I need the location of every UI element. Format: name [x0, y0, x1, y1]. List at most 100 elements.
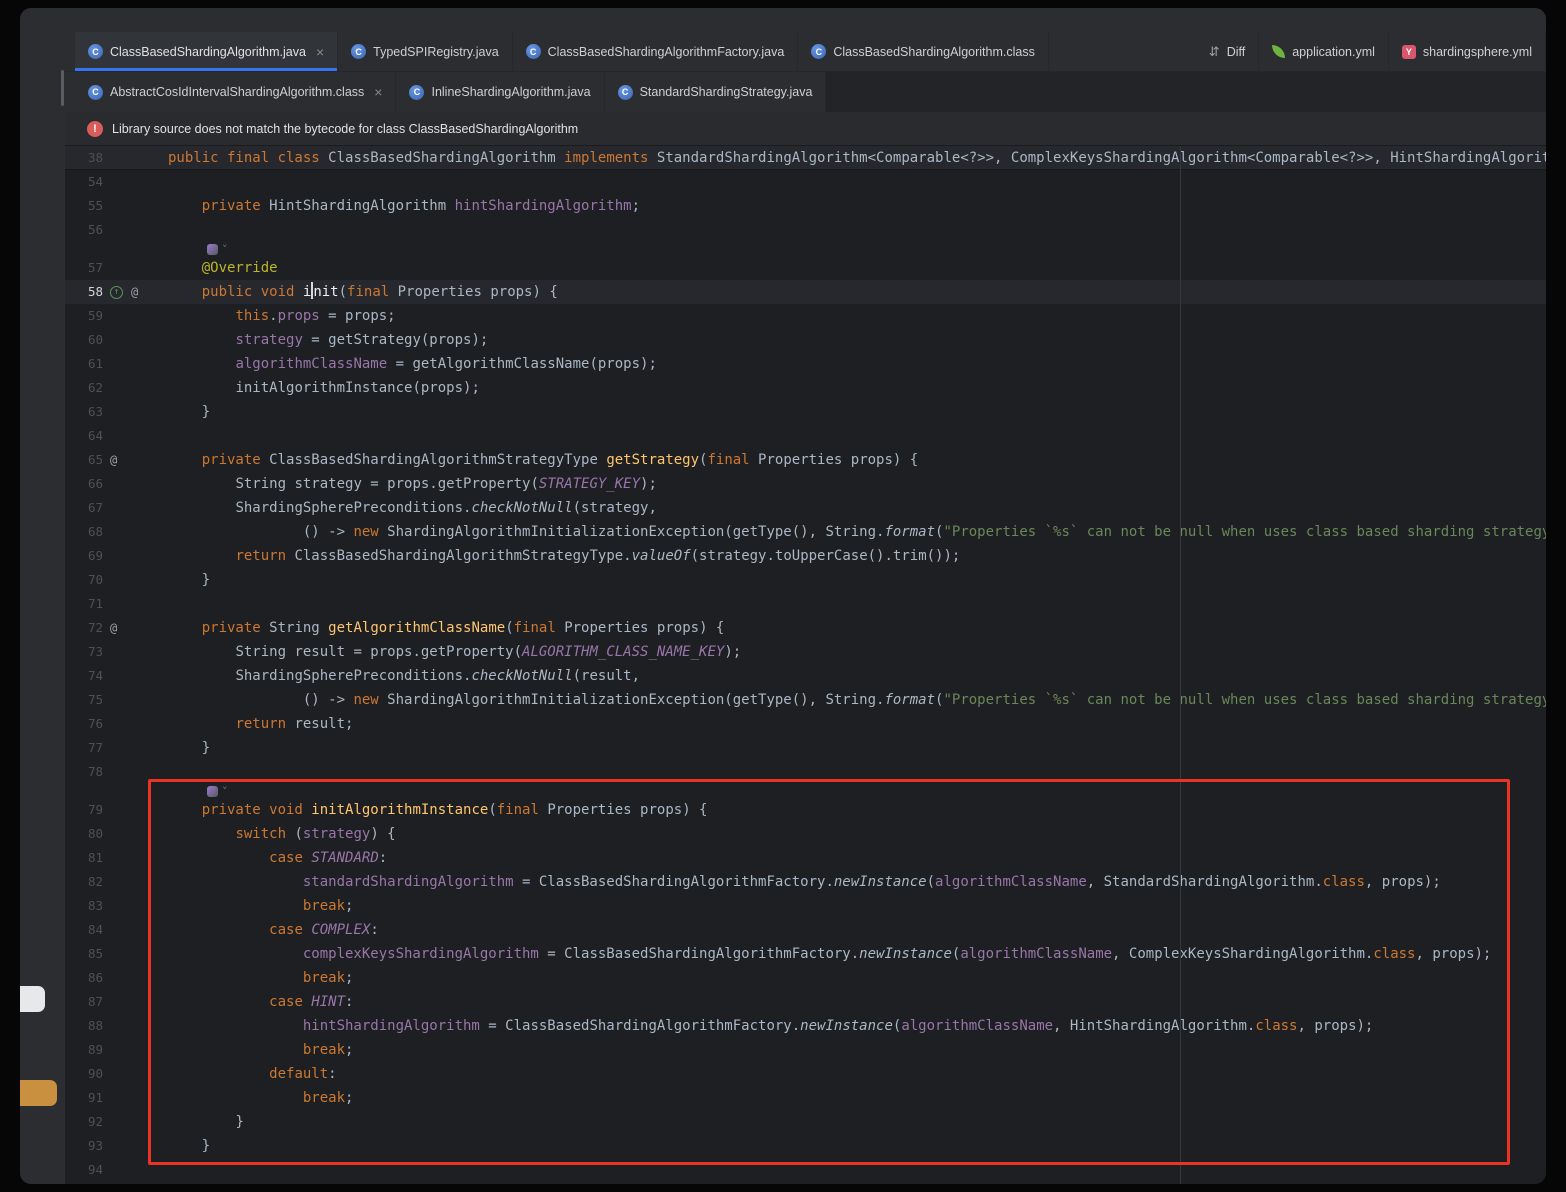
annotation-icon[interactable]: @ — [131, 280, 138, 304]
close-tab-icon[interactable]: × — [374, 85, 382, 99]
gutter[interactable]: 93 — [65, 1134, 168, 1158]
gutter[interactable]: 86 — [65, 966, 168, 990]
gutter[interactable]: 87 — [65, 990, 168, 1014]
overrides-icon[interactable]: ↑ — [110, 286, 123, 299]
code-line[interactable]: 94 — [65, 1158, 1546, 1182]
gutter[interactable]: 57 — [65, 256, 168, 280]
gutter[interactable]: 80 — [65, 822, 168, 846]
gutter[interactable]: 56 — [65, 218, 168, 242]
gutter[interactable]: 84 — [65, 918, 168, 942]
code-line[interactable]: 87 case HINT: — [65, 990, 1546, 1014]
code-line[interactable]: 75 () -> new ShardingAlgorithmInitializa… — [65, 688, 1546, 712]
editor-tab[interactable]: CStandardShardingStrategy.java — [605, 72, 827, 112]
annotation-icon[interactable]: @ — [110, 616, 117, 640]
code-line[interactable]: 57 @Override — [65, 256, 1546, 280]
gutter[interactable]: 74 — [65, 664, 168, 688]
gutter[interactable]: 72@ — [65, 616, 168, 640]
editor-tab[interactable]: CInlineShardingAlgorithm.java — [396, 72, 604, 112]
editor-tab[interactable]: Yshardingsphere.yml — [1389, 32, 1546, 71]
code-line[interactable]: 90 default: — [65, 1062, 1546, 1086]
code-line[interactable]: 93 } — [65, 1134, 1546, 1158]
editor-tab[interactable]: CClassBasedShardingAlgorithmFactory.java — [513, 32, 799, 71]
gutter[interactable]: 69 — [65, 544, 168, 568]
editor-tab[interactable]: CAbstractCosIdIntervalShardingAlgorithm.… — [75, 72, 396, 112]
code-line[interactable]: 63 } — [65, 400, 1546, 424]
code-line[interactable]: 82 standardShardingAlgorithm = ClassBase… — [65, 870, 1546, 894]
code-line[interactable]: 76 return result; — [65, 712, 1546, 736]
code-line[interactable]: 77 } — [65, 736, 1546, 760]
code-line[interactable]: 86 break; — [65, 966, 1546, 990]
gutter[interactable]: 89 — [65, 1038, 168, 1062]
code-line[interactable]: 89 break; — [65, 1038, 1546, 1062]
code-line[interactable]: 69 return ClassBasedShardingAlgorithmStr… — [65, 544, 1546, 568]
editor-tab[interactable]: CClassBasedShardingAlgorithm.java× — [75, 32, 338, 71]
gutter[interactable]: 90 — [65, 1062, 168, 1086]
stripe-scroll-indicator[interactable] — [61, 70, 64, 106]
close-tab-icon[interactable]: × — [316, 45, 324, 59]
gutter[interactable]: 62 — [65, 376, 168, 400]
inlay-hint-icon[interactable] — [207, 786, 218, 797]
gutter[interactable]: 75 — [65, 688, 168, 712]
tool-window-button[interactable] — [20, 986, 45, 1012]
code-line[interactable]: 70 } — [65, 568, 1546, 592]
code-line[interactable]: 91 break; — [65, 1086, 1546, 1110]
code-line[interactable]: 72@ private String getAlgorithmClassName… — [65, 616, 1546, 640]
gutter[interactable]: 54 — [65, 170, 168, 194]
inlay-hint-icon[interactable] — [207, 244, 218, 255]
gutter[interactable]: 88 — [65, 1014, 168, 1038]
editor-tab[interactable]: CTypedSPIRegistry.java — [338, 32, 513, 71]
code-line[interactable]: 81 case STANDARD: — [65, 846, 1546, 870]
code-line[interactable]: 92 } — [65, 1110, 1546, 1134]
code-line[interactable]: 61 algorithmClassName = getAlgorithmClas… — [65, 352, 1546, 376]
gutter[interactable]: 91 — [65, 1086, 168, 1110]
code-line[interactable]: 68 () -> new ShardingAlgorithmInitializa… — [65, 520, 1546, 544]
gutter[interactable]: 94 — [65, 1158, 168, 1182]
gutter[interactable]: 79 — [65, 798, 168, 822]
gutter[interactable]: 85 — [65, 942, 168, 966]
code-line[interactable]: 55 private HintShardingAlgorithm hintSha… — [65, 194, 1546, 218]
gutter[interactable]: 78 — [65, 760, 168, 784]
gutter[interactable]: 81 — [65, 846, 168, 870]
code-line[interactable]: 79 private void initAlgorithmInstance(fi… — [65, 798, 1546, 822]
gutter[interactable]: 76 — [65, 712, 168, 736]
code-line[interactable]: 67 ShardingSpherePreconditions.checkNotN… — [65, 496, 1546, 520]
editor-tab[interactable]: application.yml — [1259, 32, 1389, 71]
code-line[interactable]: 74 ShardingSpherePreconditions.checkNotN… — [65, 664, 1546, 688]
sticky-class-declaration[interactable]: 38public final class ClassBasedShardingA… — [65, 146, 1546, 170]
code-line[interactable]: 78 — [65, 760, 1546, 784]
gutter[interactable]: 82 — [65, 870, 168, 894]
gutter[interactable]: 70 — [65, 568, 168, 592]
gutter[interactable]: 55 — [65, 194, 168, 218]
code-line[interactable]: 56 — [65, 218, 1546, 242]
gutter[interactable]: 64 — [65, 424, 168, 448]
code-line[interactable]: 88 hintShardingAlgorithm = ClassBasedSha… — [65, 1014, 1546, 1038]
gutter[interactable]: 65@ — [65, 448, 168, 472]
gutter[interactable]: 66 — [65, 472, 168, 496]
code-line[interactable]: 65@ private ClassBasedShardingAlgorithmS… — [65, 448, 1546, 472]
code-line[interactable]: 84 case COMPLEX: — [65, 918, 1546, 942]
gutter[interactable]: 63 — [65, 400, 168, 424]
code-line[interactable]: 59 this.props = props; — [65, 304, 1546, 328]
notification-badge[interactable] — [20, 1080, 57, 1106]
chevron-down-icon[interactable]: ˅ — [222, 786, 228, 797]
code-line[interactable]: 62 initAlgorithmInstance(props); — [65, 376, 1546, 400]
code-line[interactable]: 60 strategy = getStrategy(props); — [65, 328, 1546, 352]
code-line[interactable]: 73 String result = props.getProperty(ALG… — [65, 640, 1546, 664]
editor-tab[interactable]: ⇵Diff — [1196, 32, 1259, 71]
code-line[interactable]: 71 — [65, 592, 1546, 616]
editor-tab[interactable]: CClassBasedShardingAlgorithm.class — [798, 32, 1048, 71]
gutter[interactable]: 73 — [65, 640, 168, 664]
gutter[interactable]: 83 — [65, 894, 168, 918]
gutter[interactable]: 60 — [65, 328, 168, 352]
code-line[interactable]: 85 complexKeysShardingAlgorithm = ClassB… — [65, 942, 1546, 966]
code-line[interactable]: 54 — [65, 170, 1546, 194]
code-line[interactable]: 64 — [65, 424, 1546, 448]
code-line[interactable]: 83 break; — [65, 894, 1546, 918]
gutter[interactable]: 77 — [65, 736, 168, 760]
gutter[interactable]: 71 — [65, 592, 168, 616]
gutter[interactable]: 58↑@ — [65, 280, 168, 304]
gutter[interactable]: 59 — [65, 304, 168, 328]
code-line[interactable]: 80 switch (strategy) { — [65, 822, 1546, 846]
sticky-code-line[interactable]: 38public final class ClassBasedShardingA… — [65, 146, 1546, 170]
gutter[interactable]: 67 — [65, 496, 168, 520]
